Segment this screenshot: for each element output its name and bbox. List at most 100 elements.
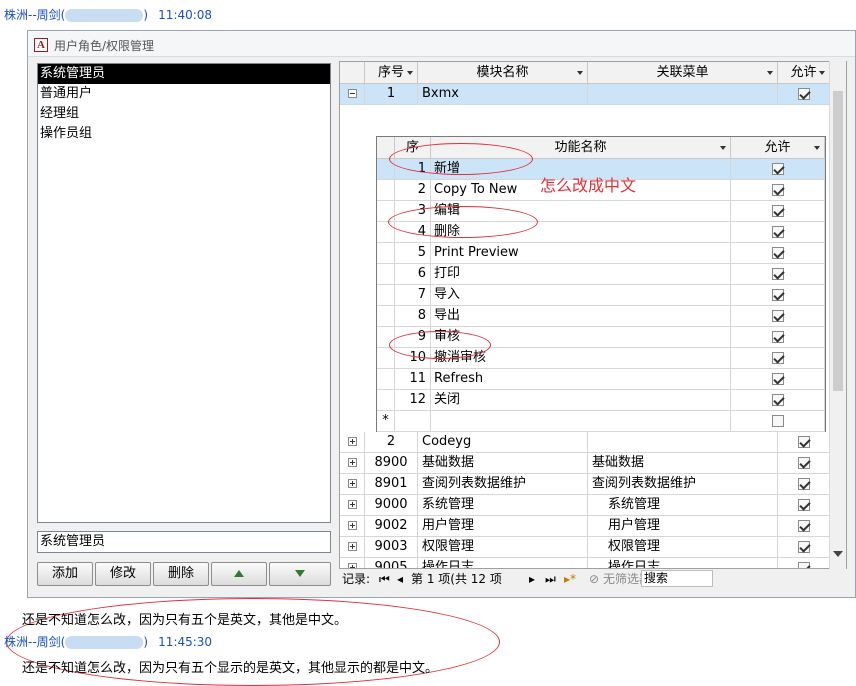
expand-icon[interactable] xyxy=(348,563,357,568)
add-button[interactable]: 添加 xyxy=(37,562,93,586)
row-allow[interactable] xyxy=(778,453,830,474)
row-menu[interactable]: 用户管理 xyxy=(588,516,778,537)
allow-checkbox[interactable] xyxy=(772,247,784,259)
row-allow[interactable] xyxy=(778,474,830,495)
row-allow[interactable] xyxy=(778,84,830,105)
row-menu[interactable]: 基础数据 xyxy=(588,453,778,474)
prev-record-icon[interactable]: ◂ xyxy=(397,570,403,588)
header-module[interactable]: 模块名称 xyxy=(418,62,588,84)
collapse-icon[interactable] xyxy=(348,89,357,98)
sub-row-func[interactable]: Refresh xyxy=(431,369,731,390)
row-allow[interactable] xyxy=(778,516,830,537)
sub-row-allow[interactable] xyxy=(731,327,825,348)
allow-checkbox[interactable] xyxy=(798,520,810,532)
expand-icon[interactable] xyxy=(348,542,357,551)
allow-checkbox[interactable] xyxy=(798,478,810,490)
sub-row-allow[interactable] xyxy=(731,243,825,264)
role-name-field[interactable]: 系统管理员 xyxy=(37,531,331,553)
expand-icon[interactable] xyxy=(348,521,357,530)
search-input[interactable]: 搜索 xyxy=(641,570,713,587)
row-seq[interactable]: 1 xyxy=(365,84,418,105)
last-record-icon[interactable]: ⏭ xyxy=(545,570,556,588)
new-record-icon[interactable]: ▸* xyxy=(564,570,576,588)
sub-row-seq[interactable]: 5 xyxy=(395,243,431,264)
expand-icon[interactable] xyxy=(348,458,357,467)
vertical-scrollbar[interactable] xyxy=(829,61,846,569)
header-seq[interactable]: 序号 xyxy=(365,62,418,84)
allow-checkbox[interactable] xyxy=(798,457,810,469)
next-record-icon[interactable]: ▸ xyxy=(529,570,535,588)
first-record-icon[interactable]: ⏮ xyxy=(379,570,390,588)
row-seq[interactable]: 8900 xyxy=(365,453,418,474)
allow-checkbox[interactable] xyxy=(772,268,784,280)
row-module[interactable]: Bxmx xyxy=(418,84,588,105)
row-expander-cell[interactable] xyxy=(340,558,365,568)
chat-sender[interactable]: 株洲--周剑( xyxy=(4,635,65,649)
row-seq[interactable]: 9003 xyxy=(365,537,418,558)
sub-row-selector[interactable] xyxy=(377,285,395,306)
allow-checkbox[interactable] xyxy=(772,226,784,238)
sub-row-seq[interactable]: 12 xyxy=(395,390,431,411)
move-down-button[interactable] xyxy=(269,562,331,586)
allow-checkbox[interactable] xyxy=(798,436,810,448)
row-allow[interactable] xyxy=(778,495,830,516)
allow-checkbox[interactable] xyxy=(772,310,784,322)
sub-row-selector[interactable] xyxy=(377,264,395,285)
sub-row-allow[interactable] xyxy=(731,306,825,327)
scroll-down-icon[interactable] xyxy=(833,551,843,557)
sub-row-allow[interactable] xyxy=(731,369,825,390)
row-module[interactable]: 权限管理 xyxy=(418,537,588,558)
allow-checkbox[interactable] xyxy=(772,373,784,385)
sub-row-seq[interactable]: 7 xyxy=(395,285,431,306)
row-module[interactable]: Codeyg xyxy=(418,432,588,453)
role-item[interactable]: 操作员组 xyxy=(38,124,330,144)
new-row-func[interactable] xyxy=(431,411,731,432)
header-allow[interactable]: 允许 xyxy=(778,62,830,84)
allow-checkbox[interactable] xyxy=(798,88,810,100)
role-list[interactable]: 系统管理员 普通用户 经理组 操作员组 xyxy=(37,63,331,523)
row-expander-cell[interactable] xyxy=(340,474,365,495)
sub-row-selector[interactable] xyxy=(377,369,395,390)
sub-row-seq[interactable]: 8 xyxy=(395,306,431,327)
allow-checkbox[interactable] xyxy=(772,394,784,406)
row-seq[interactable]: 2 xyxy=(365,432,418,453)
row-module[interactable]: 系统管理 xyxy=(418,495,588,516)
edit-button[interactable]: 修改 xyxy=(95,562,151,586)
sub-row-allow[interactable] xyxy=(731,159,825,180)
expand-icon[interactable] xyxy=(348,500,357,509)
allow-checkbox[interactable] xyxy=(772,331,784,343)
sub-row-selector[interactable] xyxy=(377,306,395,327)
allow-checkbox[interactable] xyxy=(772,205,784,217)
sub-row-selector[interactable] xyxy=(377,390,395,411)
row-seq[interactable]: 9005 xyxy=(365,558,418,568)
sub-row-seq[interactable]: 2 xyxy=(395,180,431,201)
row-allow[interactable] xyxy=(778,432,830,453)
expand-icon[interactable] xyxy=(348,479,357,488)
sub-row-func[interactable]: 关闭 xyxy=(431,390,731,411)
sub-row-allow[interactable] xyxy=(731,201,825,222)
expand-icon[interactable] xyxy=(348,437,357,446)
row-module[interactable]: 查阅列表数据维护 xyxy=(418,474,588,495)
row-menu[interactable]: 系统管理 xyxy=(588,495,778,516)
row-allow[interactable] xyxy=(778,558,830,568)
move-up-button[interactable] xyxy=(211,562,267,586)
allow-checkbox[interactable] xyxy=(798,499,810,511)
row-expander-cell[interactable] xyxy=(340,84,365,105)
sub-row-allow[interactable] xyxy=(731,222,825,243)
row-expander-cell[interactable] xyxy=(340,537,365,558)
row-menu[interactable] xyxy=(588,84,778,105)
row-module[interactable]: 操作日志 xyxy=(418,558,588,568)
new-row-seq[interactable] xyxy=(395,411,431,432)
sub-row-selector[interactable] xyxy=(377,243,395,264)
sub-row-func[interactable]: 导出 xyxy=(431,306,731,327)
sub-row-func[interactable]: 导入 xyxy=(431,285,731,306)
row-menu[interactable] xyxy=(588,432,778,453)
header-menu[interactable]: 关联菜单 xyxy=(588,62,778,84)
row-module[interactable]: 用户管理 xyxy=(418,516,588,537)
allow-checkbox[interactable] xyxy=(772,184,784,196)
row-seq[interactable]: 9002 xyxy=(365,516,418,537)
chat-sender[interactable]: 株洲--周剑( xyxy=(4,8,65,22)
delete-button[interactable]: 删除 xyxy=(153,562,209,586)
allow-checkbox[interactable] xyxy=(798,562,810,568)
row-module[interactable]: 基础数据 xyxy=(418,453,588,474)
